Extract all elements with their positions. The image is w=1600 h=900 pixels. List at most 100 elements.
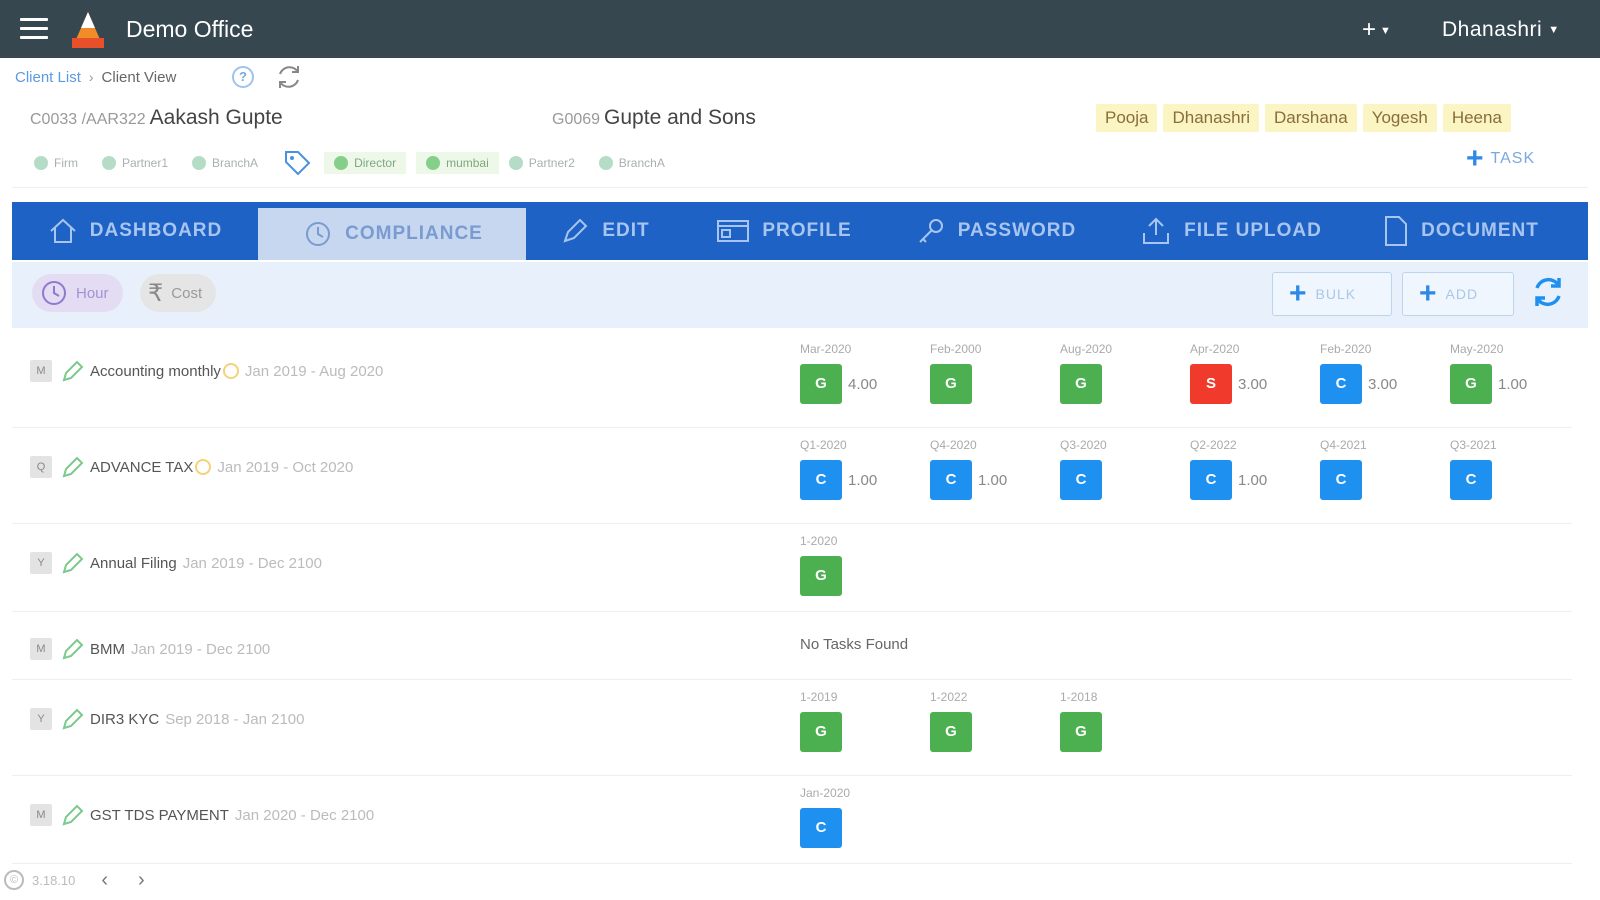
- compliance-name[interactable]: Accounting monthly: [90, 363, 221, 380]
- period-cell: Q4-2020 C 1.00: [930, 438, 1060, 500]
- add-compliance-button[interactable]: + ADD: [1402, 272, 1514, 316]
- tab-compliance[interactable]: COMPLIANCE: [258, 208, 526, 260]
- task-status-badge[interactable]: C: [1060, 460, 1102, 500]
- compliance-row: M BMM Jan 2019 - Dec 2100 No Tasks Found: [12, 612, 1572, 680]
- user-name: Dhanashri: [1442, 18, 1543, 41]
- task-status-badge[interactable]: G: [1060, 364, 1102, 404]
- pencil-icon[interactable]: [60, 636, 86, 662]
- task-status-badge[interactable]: G: [930, 712, 972, 752]
- tab-edit[interactable]: EDIT: [526, 202, 684, 260]
- refresh-icon[interactable]: [274, 62, 304, 92]
- compliance-name[interactable]: BMM: [90, 641, 125, 658]
- assignee-chip[interactable]: Pooja: [1096, 104, 1158, 132]
- assignee-chip[interactable]: Dhanashri: [1163, 104, 1259, 132]
- task-status: C 3.00: [1320, 364, 1450, 404]
- task-status: C: [1320, 460, 1450, 500]
- tag-icon[interactable]: [282, 148, 312, 178]
- compliance-name[interactable]: ADVANCE TAX: [90, 459, 193, 476]
- task-status-badge[interactable]: G: [800, 556, 842, 596]
- period-cell: Mar-2020 G 4.00: [800, 342, 930, 404]
- quick-add-menu[interactable]: + ▼: [1362, 16, 1391, 44]
- tag-partner1[interactable]: Partner1: [102, 156, 168, 170]
- tag-branch-2[interactable]: BranchA: [598, 156, 665, 170]
- compliance-range: Jan 2019 - Aug 2020: [244, 362, 384, 380]
- period-label: Feb-2000: [930, 342, 982, 356]
- assignee-chip[interactable]: Heena: [1442, 104, 1511, 132]
- info-icon[interactable]: [195, 459, 212, 475]
- compliance-name[interactable]: DIR3 KYC: [90, 711, 159, 728]
- plus-icon: +: [1362, 16, 1377, 43]
- breadcrumb-current: Client View: [101, 68, 177, 86]
- cost-toggle[interactable]: ₹ Cost: [140, 274, 217, 312]
- hamburger-menu-icon[interactable]: [20, 18, 48, 40]
- assignee-chip[interactable]: Darshana: [1264, 104, 1357, 132]
- tab-profile[interactable]: PROFILE: [684, 202, 884, 260]
- pencil-icon[interactable]: [60, 454, 86, 480]
- task-status: C 1.00: [930, 460, 1060, 500]
- pencil-icon[interactable]: [60, 550, 86, 576]
- tab-file-upload[interactable]: FILE UPLOAD: [1108, 202, 1354, 260]
- task-status-badge[interactable]: C: [1320, 364, 1362, 404]
- breadcrumb-client-list[interactable]: Client List: [15, 69, 81, 86]
- task-status: C 1.00: [800, 460, 930, 500]
- task-status-badge[interactable]: C: [800, 808, 842, 848]
- task-hours: 1.00: [1238, 471, 1268, 489]
- task-status: G: [930, 364, 1060, 404]
- caret-down-icon: ▼: [1548, 24, 1560, 37]
- compliance-info: M BMM Jan 2019 - Dec 2100: [30, 636, 270, 662]
- compliance-row: Y Annual Filing Jan 2019 - Dec 2100 1-2020 G: [12, 524, 1572, 612]
- assignee-chip[interactable]: Yogesh: [1362, 104, 1437, 132]
- compliance-name[interactable]: GST TDS PAYMENT: [90, 807, 229, 824]
- add-task-button[interactable]: + TASK: [1466, 144, 1536, 174]
- partner-icon: [508, 156, 523, 170]
- period-cell: 1-2018 G: [1060, 690, 1190, 752]
- period-label: Q4-2020: [930, 438, 977, 452]
- tab-document[interactable]: DOCUMENT: [1354, 202, 1568, 260]
- task-status-badge[interactable]: C: [1320, 460, 1362, 500]
- bulk-add-button[interactable]: + BULK: [1272, 272, 1392, 316]
- hour-toggle[interactable]: Hour: [32, 274, 123, 312]
- task-status-badge[interactable]: C: [1450, 460, 1492, 500]
- pencil-icon[interactable]: [60, 706, 86, 732]
- pencil-icon: [563, 218, 588, 243]
- task-status-badge[interactable]: G: [800, 712, 842, 752]
- chevron-right-icon[interactable]: ›: [138, 869, 145, 892]
- pencil-icon[interactable]: [60, 802, 86, 828]
- chevron-left-icon[interactable]: ‹: [101, 869, 108, 892]
- tag-mumbai[interactable]: mumbai: [416, 152, 499, 174]
- period-cell: Jan-2020 C: [800, 786, 930, 848]
- task-status-badge[interactable]: G: [1060, 712, 1102, 752]
- tag-branch[interactable]: BranchA: [192, 156, 258, 170]
- tag-firm[interactable]: Firm: [34, 156, 78, 170]
- cost-label: Cost: [171, 284, 203, 302]
- task-status-badge[interactable]: C: [800, 460, 842, 500]
- tab-dashboard[interactable]: DASHBOARD: [12, 202, 258, 260]
- tag-dot-icon: [426, 156, 441, 170]
- help-icon[interactable]: ?: [232, 66, 254, 88]
- period-cell: 1-2019 G: [800, 690, 930, 752]
- pencil-icon[interactable]: [60, 358, 86, 384]
- task-status-badge[interactable]: G: [930, 364, 972, 404]
- bulk-label: BULK: [1315, 286, 1357, 302]
- tab-password[interactable]: PASSWORD: [884, 202, 1108, 260]
- info-icon[interactable]: [222, 363, 239, 379]
- user-menu[interactable]: Dhanashri ▼: [1442, 18, 1560, 42]
- tag-director[interactable]: Director: [324, 152, 407, 174]
- compliance-name[interactable]: Annual Filing: [90, 555, 177, 572]
- period-cell: Q3-2020 C: [1060, 438, 1190, 500]
- refresh-icon[interactable]: [1530, 274, 1566, 310]
- task-status: G: [1060, 712, 1190, 752]
- firm-icon: [34, 156, 48, 170]
- task-status: C: [800, 808, 930, 848]
- period-label: Jan-2020: [800, 786, 851, 800]
- tag-partner2[interactable]: Partner2: [508, 156, 575, 170]
- task-status-badge[interactable]: S: [1190, 364, 1232, 404]
- task-label: TASK: [1490, 150, 1536, 167]
- client-primary: C0033 /AAR322 Aakash Gupte: [30, 106, 283, 130]
- task-status-badge[interactable]: G: [1450, 364, 1492, 404]
- task-status-badge[interactable]: C: [1190, 460, 1232, 500]
- task-status-badge[interactable]: G: [800, 364, 842, 404]
- tag-label: Partner2: [528, 156, 575, 170]
- task-status-badge[interactable]: C: [930, 460, 972, 500]
- period-label: Aug-2020: [1060, 342, 1113, 356]
